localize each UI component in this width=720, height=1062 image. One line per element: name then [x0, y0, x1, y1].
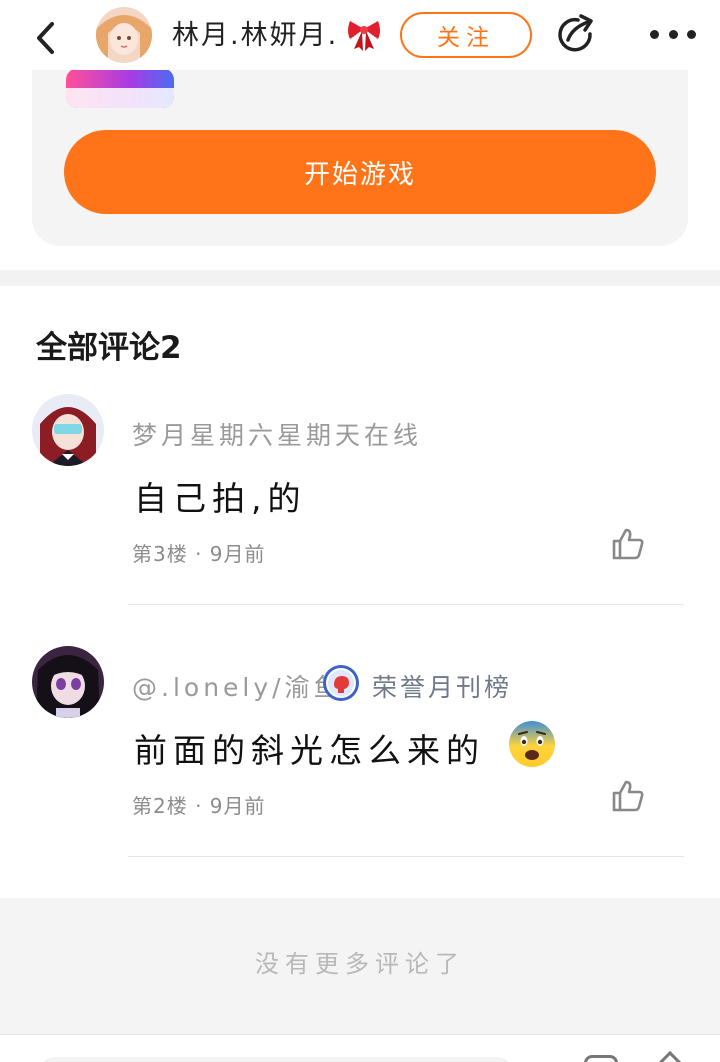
comment-icon[interactable]	[584, 1055, 618, 1062]
commenter-avatar[interactable]	[32, 394, 104, 466]
game-thumbnail[interactable]	[66, 68, 174, 108]
share-small-icon[interactable]	[655, 1050, 685, 1062]
start-game-button[interactable]: 开始游戏	[64, 130, 656, 214]
comment-divider	[128, 856, 684, 857]
anxious-face-emoji	[509, 721, 555, 767]
no-more-comments: 没有更多评论了	[0, 898, 720, 1034]
author-username[interactable]: 林月.林妍月.	[172, 16, 338, 56]
thumbs-up-icon[interactable]	[610, 526, 646, 562]
section-divider-band	[0, 270, 720, 286]
share-icon[interactable]	[554, 12, 598, 56]
comment-meta: 第2楼 · 9月前	[132, 794, 266, 818]
honor-badge-label: 荣誉月刊榜	[372, 673, 513, 702]
comments-section-title: 全部评论2	[36, 330, 182, 366]
comment-divider	[128, 604, 684, 605]
commenter-username[interactable]: 梦月星期六星期天在线	[132, 416, 422, 452]
back-button[interactable]	[24, 16, 68, 60]
author-avatar[interactable]	[96, 7, 152, 63]
follow-button[interactable]: 关注	[400, 12, 532, 58]
comment-text: 前面的斜光怎么来的	[134, 731, 485, 770]
top-bar: 林月.林妍月. 关注	[0, 0, 720, 70]
commenter-avatar[interactable]	[32, 646, 104, 718]
bow-icon	[348, 21, 380, 51]
comment-meta: 第3楼 · 9月前	[132, 542, 266, 566]
more-icon[interactable]	[650, 22, 696, 46]
comment-input[interactable]	[36, 1057, 516, 1062]
back-arrow-icon	[37, 22, 54, 54]
bottom-bar	[0, 1034, 720, 1062]
comment-text: 自己拍,的	[134, 479, 307, 518]
badge-icon	[323, 665, 359, 701]
no-more-comments-text: 没有更多评论了	[255, 950, 465, 978]
thumbs-up-icon[interactable]	[610, 778, 646, 814]
